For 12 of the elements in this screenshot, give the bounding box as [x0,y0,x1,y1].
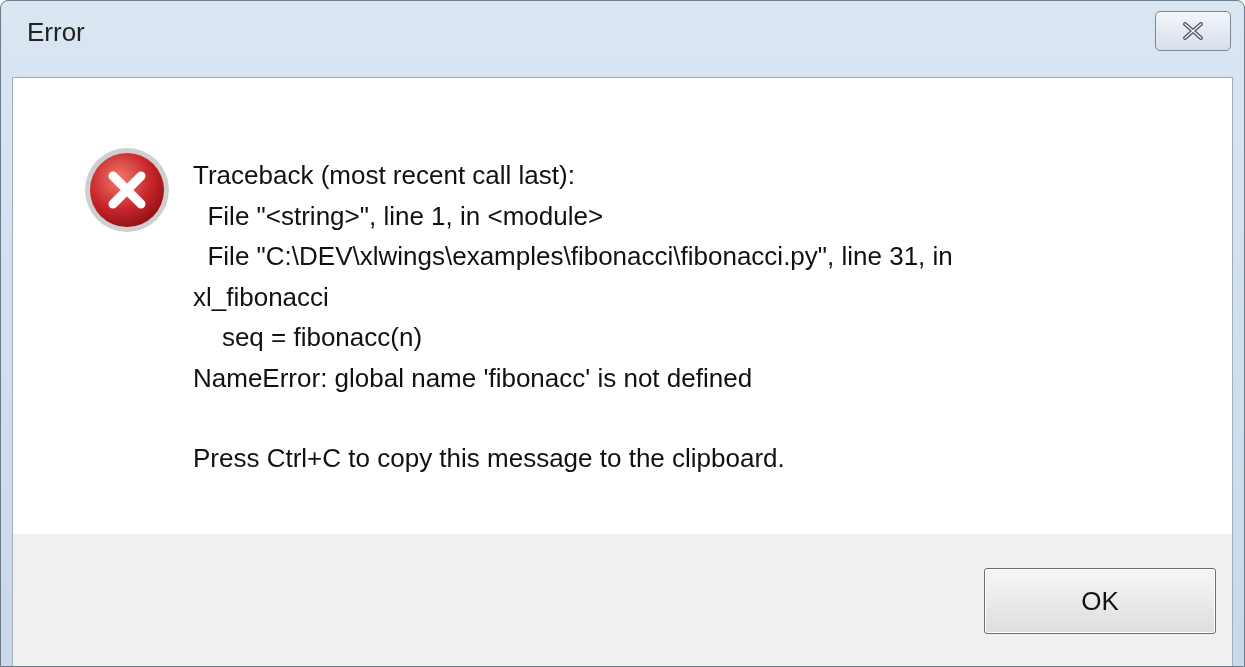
traceback-line: Traceback (most recent call last): [193,159,576,192]
traceback-line: seq = fibonacc(n) [220,321,424,354]
traceback-line: xl_fibonacci [193,280,330,314]
ok-button[interactable]: OK [984,568,1216,634]
close-button[interactable] [1155,11,1231,51]
window-title: Error [27,16,85,48]
traceback-line: File "<string>", line 1, in <module> [206,199,605,233]
close-icon [1180,21,1206,41]
error-icon [83,146,171,234]
traceback-line: NameError: global name 'fibonacc' is not defined [193,361,754,395]
message-hint: Press Ctrl+C to copy this message to the clipboard. [193,442,786,475]
traceback-line: File "C:\DEV\xlwings\examples\fibonacci\fibonacci.py", line 31, in [206,240,953,273]
